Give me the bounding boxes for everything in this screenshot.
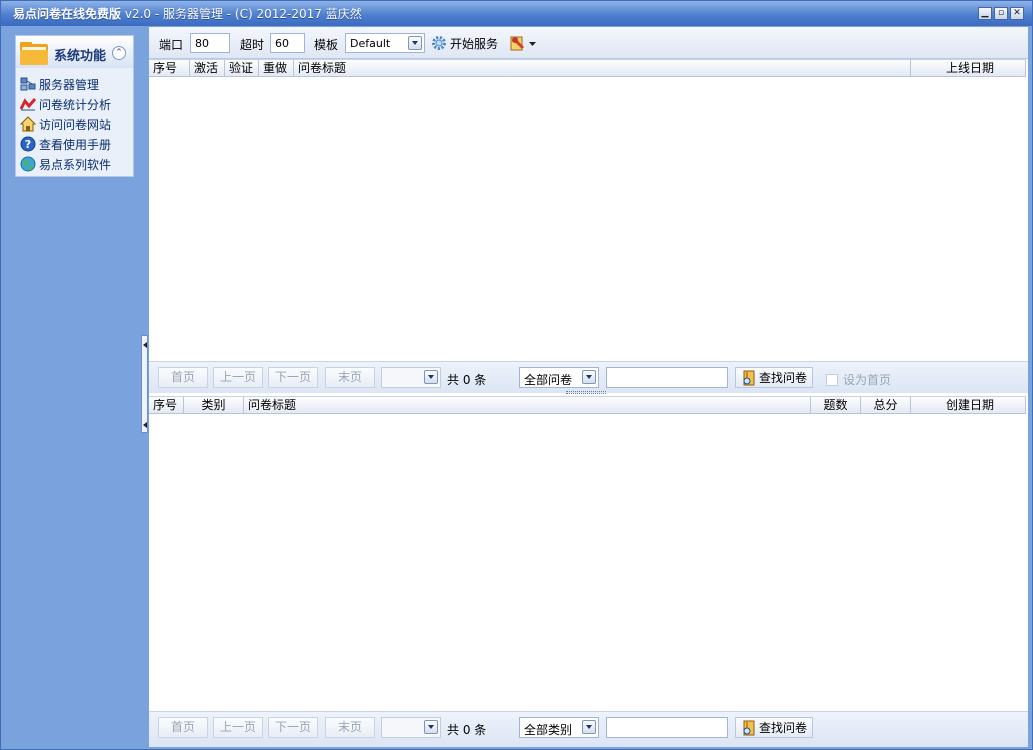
close-button[interactable]: ✕ [1010, 7, 1024, 20]
page-select[interactable] [381, 367, 441, 388]
next-page-button[interactable]: 下一页 [268, 717, 318, 738]
collapse-left-icon [143, 422, 147, 428]
online-pager: 首页 上一页 下一页 末页 共 0 条 全部问卷 查找问卷 设为首页 [149, 361, 1028, 393]
survey-filter-select[interactable]: 全部问卷 [519, 367, 599, 388]
find-survey-button[interactable]: 查找问卷 [735, 717, 813, 738]
column-header[interactable]: 问卷标题 [244, 397, 811, 414]
chevron-down-icon [424, 370, 438, 384]
stats-chart-icon [20, 98, 36, 111]
category-filter-value: 全部类别 [524, 723, 573, 737]
sidebar-item-label: 服务器管理 [39, 77, 100, 92]
chevron-down-icon [582, 720, 596, 734]
sidebar-item-series[interactable]: 易点系列软件 [18, 154, 133, 174]
set-home-label: 设为首页 [843, 373, 892, 387]
set-home-checkbox[interactable]: 设为首页 [826, 371, 891, 388]
tools-menu-button[interactable] [509, 33, 536, 53]
app-window: 易点问卷在线免费版 v2.0 - 服务器管理 - (C) 2012-2017 蓝… [0, 0, 1033, 750]
title-bar[interactable]: 易点问卷在线免费版 v2.0 - 服务器管理 - (C) 2012-2017 蓝… [1, 1, 1032, 26]
record-count: 共 0 条 [447, 373, 487, 387]
column-header[interactable]: 上线日期 [911, 60, 1026, 77]
column-header[interactable]: 验证 [225, 60, 259, 77]
sidebar-item-label: 易点系列软件 [39, 157, 112, 172]
sidebar-title: 系统功能 [54, 49, 107, 64]
column-header[interactable]: 题数 [811, 397, 861, 414]
survey-search-input[interactable] [606, 717, 728, 738]
prev-page-button[interactable]: 上一页 [213, 717, 263, 738]
sidebar-panel: 系统功能 ⌃ 服务器管理 问卷统计分析 访问问卷网站 ? 查看使用手册 易点系列… [15, 35, 134, 177]
book-search-icon [743, 370, 755, 385]
sidebar-item-label: 问卷统计分析 [39, 97, 112, 112]
timeout-input[interactable] [270, 33, 305, 53]
collapse-up-icon[interactable]: ⌃ [112, 46, 126, 60]
book-search-icon [743, 720, 755, 735]
toolbar: 端口 超时 模板 Default 开始服务 [149, 27, 1028, 59]
checkbox-box [826, 373, 838, 386]
template-value: Default [350, 37, 391, 50]
online-grid-header: 序号 激活 验证 重做 问卷标题 上线日期 [149, 59, 1026, 77]
template-label: 模板 [314, 38, 339, 52]
help-icon: ? [20, 136, 36, 152]
template-select[interactable]: Default [345, 33, 425, 53]
timeout-label: 超时 [240, 38, 265, 52]
survey-search-input[interactable] [606, 367, 728, 388]
page-select[interactable] [381, 717, 441, 738]
first-page-button[interactable]: 首页 [158, 717, 208, 738]
port-input[interactable] [190, 33, 230, 53]
horizontal-splitter-grip[interactable] [566, 391, 606, 394]
window-title-sub: v2.0 - 服务器管理 - (C) 2012-2017 蓝庆然 [121, 7, 362, 21]
column-header[interactable]: 序号 [149, 397, 184, 414]
chevron-down-icon [424, 720, 438, 734]
gear-icon [432, 36, 446, 50]
last-page-button[interactable]: 末页 [325, 717, 375, 738]
collapse-left-icon [143, 342, 147, 348]
column-header[interactable]: 重做 [259, 60, 294, 77]
find-survey-button[interactable]: 查找问卷 [735, 367, 813, 388]
sidebar-item-server-manage[interactable]: 服务器管理 [18, 74, 133, 94]
find-survey-label: 查找问卷 [759, 721, 808, 735]
dropdown-arrow-icon [529, 41, 536, 46]
sidebar-items: 服务器管理 问卷统计分析 访问问卷网站 ? 查看使用手册 易点系列软件 [18, 74, 133, 174]
sidebar-header[interactable]: 系统功能 ⌃ [16, 36, 133, 68]
survey-filter-value: 全部问卷 [524, 373, 573, 387]
sidebar-item-visit-site[interactable]: 访问问卷网站 [18, 114, 133, 134]
next-page-button[interactable]: 下一页 [268, 367, 318, 388]
sidebar-splitter[interactable] [141, 335, 148, 433]
folder-icon [20, 42, 48, 65]
column-header[interactable]: 类别 [184, 397, 244, 414]
last-page-button[interactable]: 末页 [325, 367, 375, 388]
globe-icon [20, 156, 36, 172]
category-filter-select[interactable]: 全部类别 [519, 717, 599, 738]
maximize-button[interactable]: ▫ [994, 7, 1008, 20]
port-label: 端口 [159, 38, 184, 52]
column-header[interactable]: 创建日期 [911, 397, 1026, 414]
record-count: 共 0 条 [447, 723, 487, 737]
start-service-label: 开始服务 [450, 36, 499, 51]
column-header[interactable]: 总分 [861, 397, 911, 414]
chevron-down-icon [582, 370, 596, 384]
first-page-button[interactable]: 首页 [158, 367, 208, 388]
survey-pager: 首页 上一页 下一页 末页 共 0 条 全部类别 查找问卷 [149, 711, 1028, 747]
window-title: 易点问卷在线免费版 v2.0 - 服务器管理 - (C) 2012-2017 蓝… [13, 5, 362, 22]
survey-grid-header: 序号 类别 问卷标题 题数 总分 创建日期 [149, 396, 1026, 414]
sidebar-item-label: 访问问卷网站 [39, 117, 112, 132]
chevron-down-icon [408, 36, 422, 50]
window-title-main: 易点问卷在线免费版 [13, 7, 122, 21]
minimize-button[interactable]: ▁ [978, 7, 992, 20]
prev-page-button[interactable]: 上一页 [213, 367, 263, 388]
svg-text:?: ? [25, 138, 31, 151]
column-header[interactable]: 问卷标题 [294, 60, 911, 77]
sidebar-item-label: 查看使用手册 [39, 137, 112, 152]
main-content: 端口 超时 模板 Default 开始服务 [149, 27, 1028, 747]
home-icon [20, 116, 36, 132]
start-service-button[interactable]: 开始服务 [431, 33, 498, 53]
sidebar-item-stats[interactable]: 问卷统计分析 [18, 94, 133, 114]
tools-icon [510, 36, 524, 51]
find-survey-label: 查找问卷 [759, 371, 808, 385]
column-header[interactable]: 激活 [190, 60, 225, 77]
column-header[interactable]: 序号 [149, 60, 190, 77]
window-controls: ▁ ▫ ✕ [978, 7, 1024, 20]
sidebar-item-manual[interactable]: ? 查看使用手册 [18, 134, 133, 154]
server-manage-icon [20, 77, 36, 91]
